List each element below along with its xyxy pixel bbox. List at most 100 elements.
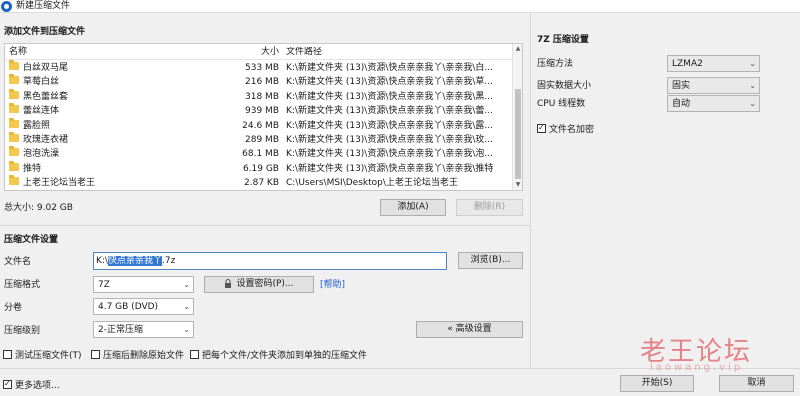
start-button[interactable]: 开始(S) [620, 375, 694, 392]
file-row[interactable]: 推特 6.19 GB K:\新建文件夹 (13)\资源\快点亲亲我丫\亲亲我\推特 [5, 160, 513, 176]
level-label: 压缩级别 [4, 326, 41, 336]
folder-icon [9, 175, 19, 186]
file-path: K:\新建文件夹 (13)\资源\快点亲亲我丫\亲亲我\蕾... [286, 106, 494, 117]
browse-button[interactable]: 浏览(B)... [458, 252, 523, 269]
file-row[interactable]: 泡泡洗澡 68.1 MB K:\新建文件夹 (13)\资源\快点亲亲我丫\亲亲我\泡… [5, 146, 513, 161]
format-label: 压缩格式 [4, 280, 41, 290]
title-bar: 新建压缩文件 [0, 0, 800, 13]
file-row[interactable]: 白丝双马尾 533 MB K:\新建文件夹 (13)\资源\快点亲亲我丫\亲亲我\白… [5, 60, 513, 75]
file-name: 玫瑰连衣裙 [23, 135, 69, 145]
delete-after-checkbox[interactable]: 压缩后删除原始文件 [91, 348, 184, 361]
advanced-settings-button[interactable]: « 高级设置 [416, 321, 523, 338]
filename-prefix: K:\ [96, 256, 108, 266]
more-options-checkbox[interactable]: 更多选项... [3, 378, 60, 391]
settings-section-title: 压缩文件设置 [4, 235, 59, 245]
help-link[interactable]: [帮助] [320, 279, 345, 291]
split-select[interactable]: 4.7 GB (DVD) ⌄ [93, 298, 194, 315]
checkbox-box-checked[interactable] [3, 378, 12, 390]
solid-select[interactable]: 固实 ⌄ [667, 77, 760, 94]
file-name: 上老王论坛当老王 [23, 178, 96, 189]
folder-icon [9, 132, 19, 142]
file-name: 泡泡洗澡 [23, 149, 60, 160]
chevron-down-icon: ⌄ [183, 280, 190, 289]
file-row[interactable]: 黑色蕾丝套 318 MB K:\新建文件夹 (13)\资源\快点亲亲我丫\亲亲我\黑… [5, 88, 513, 104]
set-password-button[interactable]: 设置密码(P)... [204, 276, 314, 293]
checkbox-box[interactable] [3, 350, 12, 359]
separate-archives-checkbox[interactable]: 把每个文件/文件夹添加到单独的压缩文件 [190, 348, 367, 361]
threads-select[interactable]: 自动 ⌄ [667, 95, 760, 112]
file-path: K:\新建文件夹 (13)\资源\快点亲亲我丫\亲亲我\玫... [286, 135, 494, 145]
file-path: K:\新建文件夹 (13)\资源\快点亲亲我丫\亲亲我\白... [286, 63, 494, 73]
scroll-thumb[interactable] [515, 89, 521, 179]
chevron-down-icon: ⌄ [749, 99, 756, 108]
file-name: 推特 [23, 163, 42, 174]
solid-value: 固实 [672, 81, 691, 91]
checkbox-box-checked[interactable] [537, 122, 546, 134]
file-list-scrollbar[interactable]: ▲ ▼ [512, 44, 522, 190]
format-select[interactable]: 7Z ⌄ [93, 276, 194, 293]
file-size: 24.6 MB [242, 120, 279, 131]
file-name: 草莓白丝 [23, 77, 60, 88]
checkbox-box[interactable] [91, 350, 100, 359]
column-header-size[interactable]: 大小 [205, 47, 279, 57]
column-divider [530, 14, 531, 368]
add-button[interactable]: 添加(A) [380, 199, 446, 216]
filename-label: 文件名 [4, 257, 32, 267]
set-password-label: 设置密码(P)... [236, 279, 294, 289]
filename-selected-text: 快点亲亲我丫 [107, 256, 162, 266]
chevron-down-icon: ⌄ [183, 302, 190, 311]
filename-input[interactable]: K:\快点亲亲我丫.7z [93, 252, 447, 270]
file-size: 289 MB [245, 135, 279, 145]
encrypt-names-label: 文件名加密 [549, 125, 595, 135]
encrypt-names-checkbox[interactable]: 文件名加密 [537, 122, 594, 135]
folder-icon [9, 88, 19, 99]
sevenz-section-title: 7Z 压缩设置 [537, 35, 589, 45]
method-select[interactable]: LZMA2 ⌄ [667, 55, 760, 72]
scroll-up-icon[interactable]: ▲ [513, 44, 522, 54]
delete-button[interactable]: 删除(R) [456, 199, 523, 216]
section-divider [0, 225, 530, 226]
filename-suffix: .7z [161, 256, 176, 266]
format-value: 7Z [98, 280, 110, 290]
file-row[interactable]: 蕾丝连体 939 MB K:\新建文件夹 (13)\资源\快点亲亲我丫\亲亲我\蕾.… [5, 103, 513, 118]
column-header-path[interactable]: 文件路径 [286, 47, 512, 57]
file-size: 533 MB [245, 63, 279, 73]
file-size: 939 MB [245, 106, 279, 117]
method-value: LZMA2 [672, 59, 703, 69]
file-size: 318 MB [245, 91, 279, 102]
file-size: 216 MB [245, 77, 279, 88]
chevron-down-icon: ⌄ [749, 59, 756, 68]
file-path: K:\新建文件夹 (13)\资源\快点亲亲我丫\亲亲我\露... [286, 120, 494, 131]
test-archive-checkbox[interactable]: 测试压缩文件(T) [3, 348, 82, 361]
folder-icon [9, 60, 19, 70]
lock-icon [225, 279, 232, 288]
file-path: K:\新建文件夹 (13)\资源\快点亲亲我丫\亲亲我\黑... [286, 91, 494, 102]
column-header-name[interactable]: 名称 [9, 47, 27, 57]
folder-icon [9, 146, 19, 157]
file-row[interactable]: 玫瑰连衣裙 289 MB K:\新建文件夹 (13)\资源\快点亲亲我丫\亲亲我\玫… [5, 132, 513, 147]
file-path: K:\新建文件夹 (13)\资源\快点亲亲我丫\亲亲我\泡... [286, 149, 494, 160]
scroll-down-icon[interactable]: ▼ [513, 180, 522, 190]
file-row[interactable]: 露脸照 24.6 MB K:\新建文件夹 (13)\资源\快点亲亲我丫\亲亲我\露.… [5, 117, 513, 133]
file-size: 6.19 GB [242, 163, 279, 174]
cancel-button[interactable]: 取消 [719, 375, 794, 392]
file-row[interactable]: 上老王论坛当老王 2.87 KB C:\Users\MSI\Desktop\上老王论… [5, 175, 513, 190]
file-path: K:\新建文件夹 (13)\资源\快点亲亲我丫\亲亲我\草... [286, 77, 494, 88]
chevron-down-icon: ⌄ [183, 325, 190, 334]
file-row[interactable]: 草莓白丝 216 MB K:\新建文件夹 (13)\资源\快点亲亲我丫\亲亲我\草.… [5, 74, 513, 89]
file-name: 蕾丝连体 [23, 106, 60, 117]
split-label: 分卷 [4, 303, 23, 313]
file-name: 露脸照 [23, 120, 51, 131]
folder-icon [9, 103, 19, 114]
delete-after-label: 压缩后删除原始文件 [103, 351, 185, 361]
file-name: 白丝双马尾 [23, 63, 69, 73]
method-label: 压缩方法 [537, 59, 574, 69]
test-archive-label: 测试压缩文件(T) [15, 351, 82, 361]
checkbox-box[interactable] [190, 350, 199, 359]
file-size: 2.87 KB [244, 178, 279, 189]
file-list[interactable]: 名称 大小 文件路径 白丝双马尾 533 MB K:\新建文件夹 (13)\资源\快… [4, 43, 523, 191]
split-value: 4.7 GB (DVD) [98, 302, 159, 312]
solid-label: 固实数据大小 [537, 81, 592, 91]
level-select[interactable]: 2-正常压缩 ⌄ [93, 321, 194, 338]
app-icon [1, 1, 12, 12]
